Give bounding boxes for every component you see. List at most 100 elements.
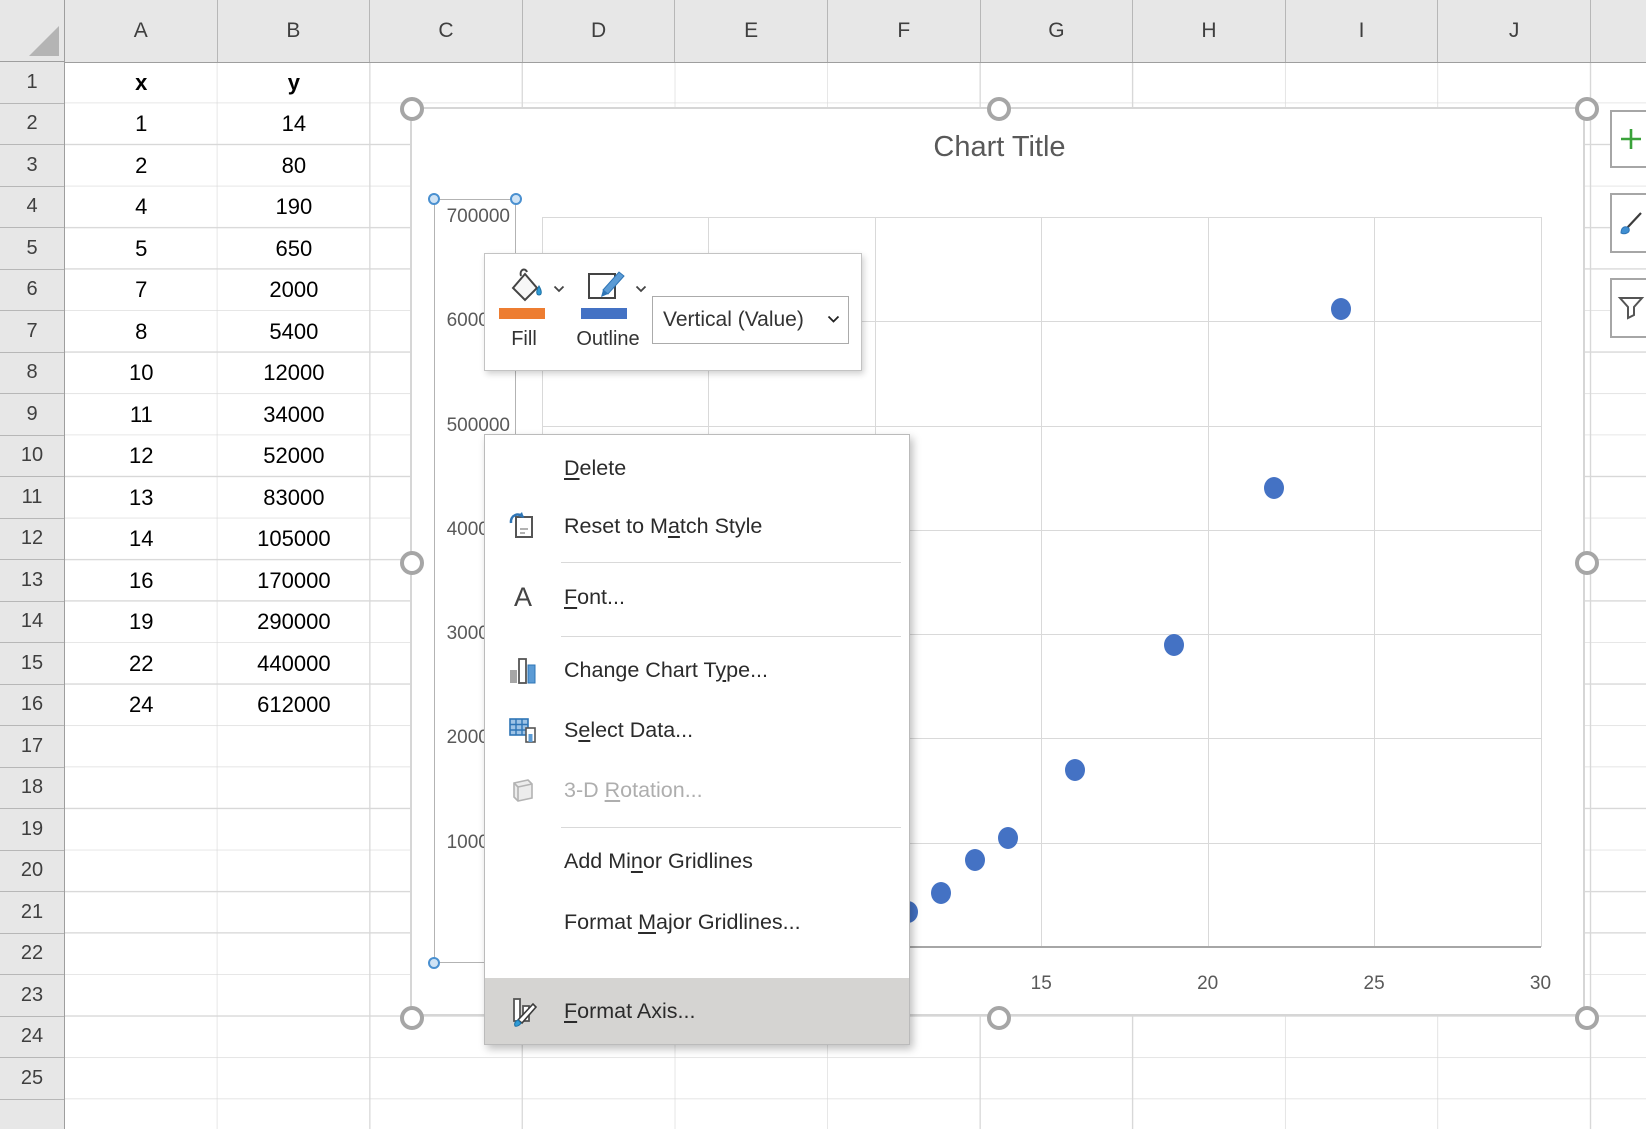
chart-elements-button[interactable] xyxy=(1610,110,1646,168)
axis-selection-handle[interactable] xyxy=(510,193,522,205)
chart-resize-handle[interactable] xyxy=(1575,1006,1599,1030)
data-point[interactable] xyxy=(931,882,951,904)
fill-dropdown-arrow[interactable] xyxy=(553,280,565,298)
chart-element-selector[interactable]: Vertical (Value) xyxy=(652,296,849,344)
menu-item-change-chart-type[interactable]: Change Chart Type... xyxy=(485,640,909,700)
menu-item-select-data[interactable]: Select Data... xyxy=(485,700,909,760)
chart-resize-handle[interactable] xyxy=(987,97,1011,121)
row-header[interactable]: 10 xyxy=(0,436,64,478)
cell-x[interactable]: 7 xyxy=(65,270,218,312)
cell-y[interactable]: 105000 xyxy=(218,519,371,561)
menu-item-font[interactable]: A Font... xyxy=(485,566,909,628)
cell-x[interactable]: 10 xyxy=(65,353,218,395)
chart-resize-handle[interactable] xyxy=(1575,551,1599,575)
chart-resize-handle[interactable] xyxy=(1575,97,1599,121)
row-header[interactable]: 11 xyxy=(0,477,64,519)
row-header[interactable]: 15 xyxy=(0,643,64,685)
row-header[interactable]: 16 xyxy=(0,685,64,727)
cell-y[interactable]: 14 xyxy=(218,104,371,146)
column-header[interactable]: A xyxy=(65,0,218,62)
column-header[interactable]: I xyxy=(1286,0,1439,62)
cell-y[interactable]: 52000 xyxy=(218,436,371,478)
select-all-button[interactable] xyxy=(0,0,65,62)
cell-y[interactable]: 80 xyxy=(218,145,371,187)
fill-button[interactable] xyxy=(501,264,547,306)
row-header[interactable]: 20 xyxy=(0,851,64,893)
menu-item-delete[interactable]: Delete xyxy=(485,441,909,495)
row-header[interactable]: 18 xyxy=(0,768,64,810)
cell-y[interactable]: 612000 xyxy=(218,685,371,727)
row-header[interactable]: 8 xyxy=(0,353,64,395)
cell-b1[interactable]: y xyxy=(218,62,371,104)
chart-styles-button[interactable] xyxy=(1610,193,1646,253)
outline-dropdown-arrow[interactable] xyxy=(635,280,647,298)
row-header[interactable]: 12 xyxy=(0,519,64,561)
data-point[interactable] xyxy=(1065,759,1085,781)
menu-item-format-axis[interactable]: Format Axis... xyxy=(485,978,909,1044)
chart-resize-handle[interactable] xyxy=(400,97,424,121)
row-header[interactable]: 19 xyxy=(0,809,64,851)
row-header[interactable]: 3 xyxy=(0,145,64,187)
cell-y[interactable]: 290000 xyxy=(218,602,371,644)
row-header[interactable]: 4 xyxy=(0,187,64,229)
cell-a1[interactable]: x xyxy=(65,62,218,104)
cell-y[interactable]: 12000 xyxy=(218,353,371,395)
data-point[interactable] xyxy=(1331,298,1351,320)
cell-y[interactable]: 5400 xyxy=(218,311,371,353)
data-point[interactable] xyxy=(998,827,1018,849)
column-header[interactable]: H xyxy=(1133,0,1286,62)
cell-x[interactable]: 24 xyxy=(65,685,218,727)
column-header[interactable]: J xyxy=(1438,0,1591,62)
row-header[interactable]: 17 xyxy=(0,726,64,768)
chart-resize-handle[interactable] xyxy=(400,551,424,575)
row-header[interactable]: 6 xyxy=(0,270,64,312)
column-header[interactable]: C xyxy=(370,0,523,62)
column-header[interactable]: F xyxy=(828,0,981,62)
cell-y[interactable]: 170000 xyxy=(218,560,371,602)
column-header[interactable]: G xyxy=(981,0,1134,62)
outline-color-swatch[interactable] xyxy=(581,308,627,319)
cell-y[interactable]: 2000 xyxy=(218,270,371,312)
row-header[interactable]: 2 xyxy=(0,104,64,146)
row-header[interactable]: 24 xyxy=(0,1017,64,1059)
cell-x[interactable]: 14 xyxy=(65,519,218,561)
cell-x[interactable]: 4 xyxy=(65,187,218,229)
cell-y[interactable]: 440000 xyxy=(218,643,371,685)
row-header[interactable]: 25 xyxy=(0,1058,64,1100)
menu-item-format-major-gridlines[interactable]: Format Major Gridlines... xyxy=(485,891,909,953)
menu-item-reset-to-match-style[interactable]: Reset to Match Style xyxy=(485,495,909,557)
outline-button[interactable] xyxy=(583,264,629,306)
row-header[interactable]: 22 xyxy=(0,934,64,976)
cell-y[interactable]: 83000 xyxy=(218,477,371,519)
row-header[interactable]: 1 xyxy=(0,62,64,104)
row-header[interactable]: 13 xyxy=(0,560,64,602)
row-header[interactable]: 23 xyxy=(0,975,64,1017)
cell-x[interactable]: 16 xyxy=(65,560,218,602)
row-header[interactable]: 9 xyxy=(0,394,64,436)
chart-title[interactable]: Chart Title xyxy=(412,131,1587,164)
chart-filters-button[interactable] xyxy=(1610,278,1646,338)
cell-x[interactable]: 5 xyxy=(65,228,218,270)
chart-resize-handle[interactable] xyxy=(987,1006,1011,1030)
data-point[interactable] xyxy=(965,849,985,871)
row-header[interactable]: 5 xyxy=(0,228,64,270)
column-header[interactable]: B xyxy=(218,0,371,62)
cell-x[interactable]: 1 xyxy=(65,104,218,146)
column-header[interactable]: D xyxy=(523,0,676,62)
axis-selection-handle[interactable] xyxy=(428,193,440,205)
column-header[interactable]: E xyxy=(675,0,828,62)
cell-y[interactable]: 34000 xyxy=(218,394,371,436)
axis-selection-handle[interactable] xyxy=(428,957,440,969)
cell-x[interactable]: 12 xyxy=(65,436,218,478)
cell-x[interactable]: 2 xyxy=(65,145,218,187)
cell-y[interactable]: 650 xyxy=(218,228,371,270)
chart-resize-handle[interactable] xyxy=(400,1006,424,1030)
cell-x[interactable]: 11 xyxy=(65,394,218,436)
cell-y[interactable]: 190 xyxy=(218,187,371,229)
cell-x[interactable]: 8 xyxy=(65,311,218,353)
data-point[interactable] xyxy=(1164,634,1184,656)
cell-x[interactable]: 22 xyxy=(65,643,218,685)
menu-item-add-minor-gridlines[interactable]: Add Minor Gridlines xyxy=(485,831,909,891)
row-header[interactable]: 7 xyxy=(0,311,64,353)
fill-color-swatch[interactable] xyxy=(499,308,545,319)
